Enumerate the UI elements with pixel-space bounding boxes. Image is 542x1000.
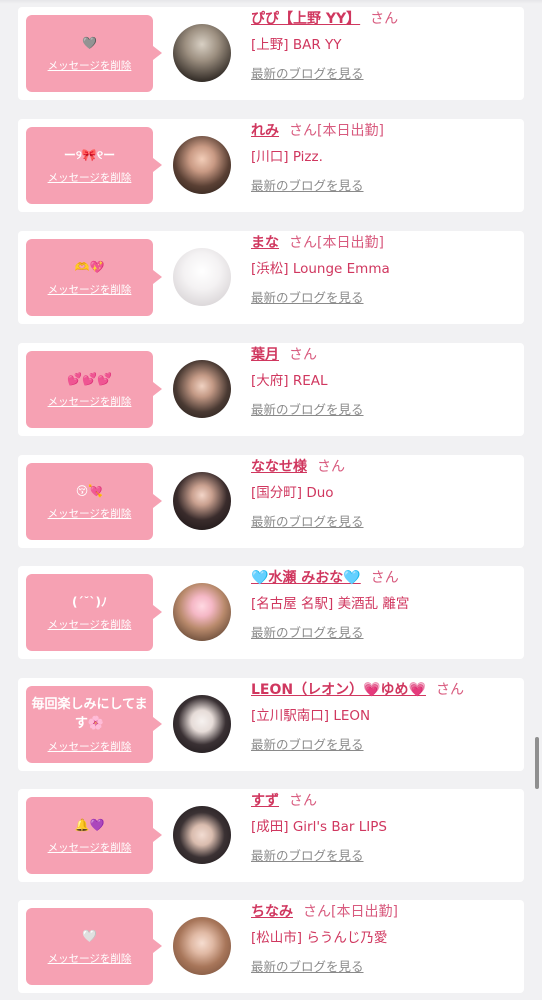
favorite-card: ー୨🎀୧ー メッセージを削除 れみ さん[本日出勤] [川口] Pizz. 最新の…	[18, 119, 524, 212]
avatar[interactable]	[173, 360, 231, 418]
avatar[interactable]	[173, 917, 231, 975]
cast-name-link[interactable]: 🩵水瀬 みおな🩵	[251, 570, 361, 586]
message-bubble: ー୨🎀୧ー メッセージを削除	[26, 127, 162, 204]
scrollbar-thumb[interactable]	[535, 737, 539, 789]
honorific: さん	[289, 793, 317, 809]
favorite-card: 🩶 メッセージを削除 ぴぴ【上野 YY】 さん [上野] BAR YY 最新のブロ…	[18, 7, 524, 100]
cast-name-link[interactable]: ぴぴ【上野 YY】	[251, 11, 360, 27]
avatar[interactable]	[173, 248, 231, 306]
delete-message-link[interactable]: メッセージを削除	[48, 170, 132, 185]
message-text: 🩶	[82, 35, 97, 50]
latest-blog-link[interactable]: 最新のブログを見る	[251, 622, 364, 641]
favorite-card: 💕💕💕 メッセージを削除 葉月 さん [大府] REAL 最新のブログを見る	[18, 343, 524, 436]
attendance-badge: [本日出勤]	[331, 904, 398, 920]
message-bubble: 🩶 メッセージを削除	[26, 15, 162, 92]
avatar[interactable]	[173, 806, 231, 864]
name-line: れみ さん[本日出勤]	[251, 120, 384, 140]
name-line: ちなみ さん[本日出勤]	[251, 901, 398, 921]
shop-name: [立川駅南口] LEON	[251, 708, 371, 724]
name-line: 🩵水瀬 みおな🩵 さん	[251, 567, 399, 587]
honorific: さん	[435, 682, 464, 698]
latest-blog-link[interactable]: 最新のブログを見る	[251, 734, 364, 753]
favorite-card: 🤍 メッセージを削除 ちなみ さん[本日出勤] [松山市] らうんじ乃愛 最新のブ…	[18, 900, 524, 993]
cast-name-link[interactable]: すず	[251, 793, 279, 809]
favorite-card: 毎回楽しみにしてます🌸 メッセージを削除 LEON（レオン）💗ゆめ💗 さん [立川…	[18, 678, 524, 771]
honorific: さん	[289, 347, 317, 363]
name-line: ぴぴ【上野 YY】 さん	[251, 8, 398, 28]
shop-name: [国分町] Duo	[251, 485, 334, 501]
message-text: 毎回楽しみにしてます🌸	[31, 697, 148, 731]
shop-name: [浜松] Lounge Emma	[251, 261, 390, 277]
favorite-card: (´˘`)ﾉ メッセージを削除 🩵水瀬 みおな🩵 さん [名古屋 名駅] 美酒乱 …	[18, 566, 524, 659]
honorific: さん	[317, 459, 345, 475]
message-bubble: 🤍 メッセージを削除	[26, 908, 162, 985]
name-line: 葉月 さん	[251, 344, 317, 364]
message-text: 💕💕💕	[67, 371, 112, 386]
attendance-badge: [本日出勤]	[317, 123, 384, 139]
cast-name-link[interactable]: れみ	[251, 123, 279, 139]
shop-name: [松山市] らうんじ乃愛	[251, 930, 388, 946]
avatar[interactable]	[173, 472, 231, 530]
message-text: 😚💘	[75, 483, 104, 498]
name-line: まな さん[本日出勤]	[251, 232, 384, 252]
latest-blog-link[interactable]: 最新のブログを見る	[251, 845, 364, 864]
message-text: 🫶💖	[74, 259, 105, 274]
shop-name: [大府] REAL	[251, 373, 328, 389]
avatar[interactable]	[173, 583, 231, 641]
latest-blog-link[interactable]: 最新のブログを見る	[251, 63, 364, 82]
message-bubble: 💕💕💕 メッセージを削除	[26, 351, 162, 428]
message-bubble: 🫶💖 メッセージを削除	[26, 239, 162, 316]
shop-name: [名古屋 名駅] 美酒乱 離宮	[251, 596, 410, 612]
message-bubble: 🔔💜 メッセージを削除	[26, 797, 162, 874]
name-line: すず さん	[251, 790, 317, 810]
honorific: さん	[370, 11, 399, 27]
honorific: さん	[303, 904, 331, 920]
delete-message-link[interactable]: メッセージを削除	[48, 394, 132, 409]
avatar[interactable]	[173, 695, 231, 753]
avatar[interactable]	[173, 24, 231, 82]
message-text: (´˘`)ﾉ	[72, 594, 107, 609]
shop-name: [成田] Girl's Bar LIPS	[251, 819, 387, 835]
message-bubble: (´˘`)ﾉ メッセージを削除	[26, 574, 162, 651]
honorific: さん	[289, 123, 317, 139]
message-text: 🔔💜	[74, 817, 105, 832]
delete-message-link[interactable]: メッセージを削除	[48, 840, 132, 855]
delete-message-link[interactable]: メッセージを削除	[48, 58, 132, 73]
shop-name: [上野] BAR YY	[251, 37, 342, 53]
shop-name: [川口] Pizz.	[251, 149, 323, 165]
delete-message-link[interactable]: メッセージを削除	[48, 617, 132, 632]
cast-name-link[interactable]: ななせ様	[251, 459, 307, 475]
latest-blog-link[interactable]: 最新のブログを見る	[251, 175, 364, 194]
cast-name-link[interactable]: まな	[251, 235, 279, 251]
latest-blog-link[interactable]: 最新のブログを見る	[251, 511, 364, 530]
attendance-badge: [本日出勤]	[317, 235, 384, 251]
cast-name-link[interactable]: 葉月	[251, 347, 279, 363]
favorite-card: 😚💘 メッセージを削除 ななせ様 さん [国分町] Duo 最新のブログを見る	[18, 455, 524, 548]
latest-blog-link[interactable]: 最新のブログを見る	[251, 956, 364, 975]
name-line: LEON（レオン）💗ゆめ💗 さん	[251, 679, 464, 699]
top-shadow	[0, 0, 542, 4]
message-text: ー୨🎀୧ー	[63, 147, 116, 162]
favorite-card: 🫶💖 メッセージを削除 まな さん[本日出勤] [浜松] Lounge Emma …	[18, 231, 524, 324]
avatar[interactable]	[173, 136, 231, 194]
message-bubble: 毎回楽しみにしてます🌸 メッセージを削除	[26, 686, 162, 763]
honorific: さん	[370, 570, 399, 586]
latest-blog-link[interactable]: 最新のブログを見る	[251, 287, 364, 306]
honorific: さん	[289, 235, 317, 251]
latest-blog-link[interactable]: 最新のブログを見る	[251, 399, 364, 418]
delete-message-link[interactable]: メッセージを削除	[48, 506, 132, 521]
cast-name-link[interactable]: LEON（レオン）💗ゆめ💗	[251, 682, 426, 698]
name-line: ななせ様 さん	[251, 456, 345, 476]
delete-message-link[interactable]: メッセージを削除	[48, 739, 132, 754]
delete-message-link[interactable]: メッセージを削除	[48, 951, 132, 966]
cast-name-link[interactable]: ちなみ	[251, 904, 293, 920]
favorite-card: 🔔💜 メッセージを削除 すず さん [成田] Girl's Bar LIPS 最新…	[18, 789, 524, 882]
message-text: 🤍	[82, 928, 97, 943]
delete-message-link[interactable]: メッセージを削除	[48, 282, 132, 297]
message-bubble: 😚💘 メッセージを削除	[26, 463, 162, 540]
